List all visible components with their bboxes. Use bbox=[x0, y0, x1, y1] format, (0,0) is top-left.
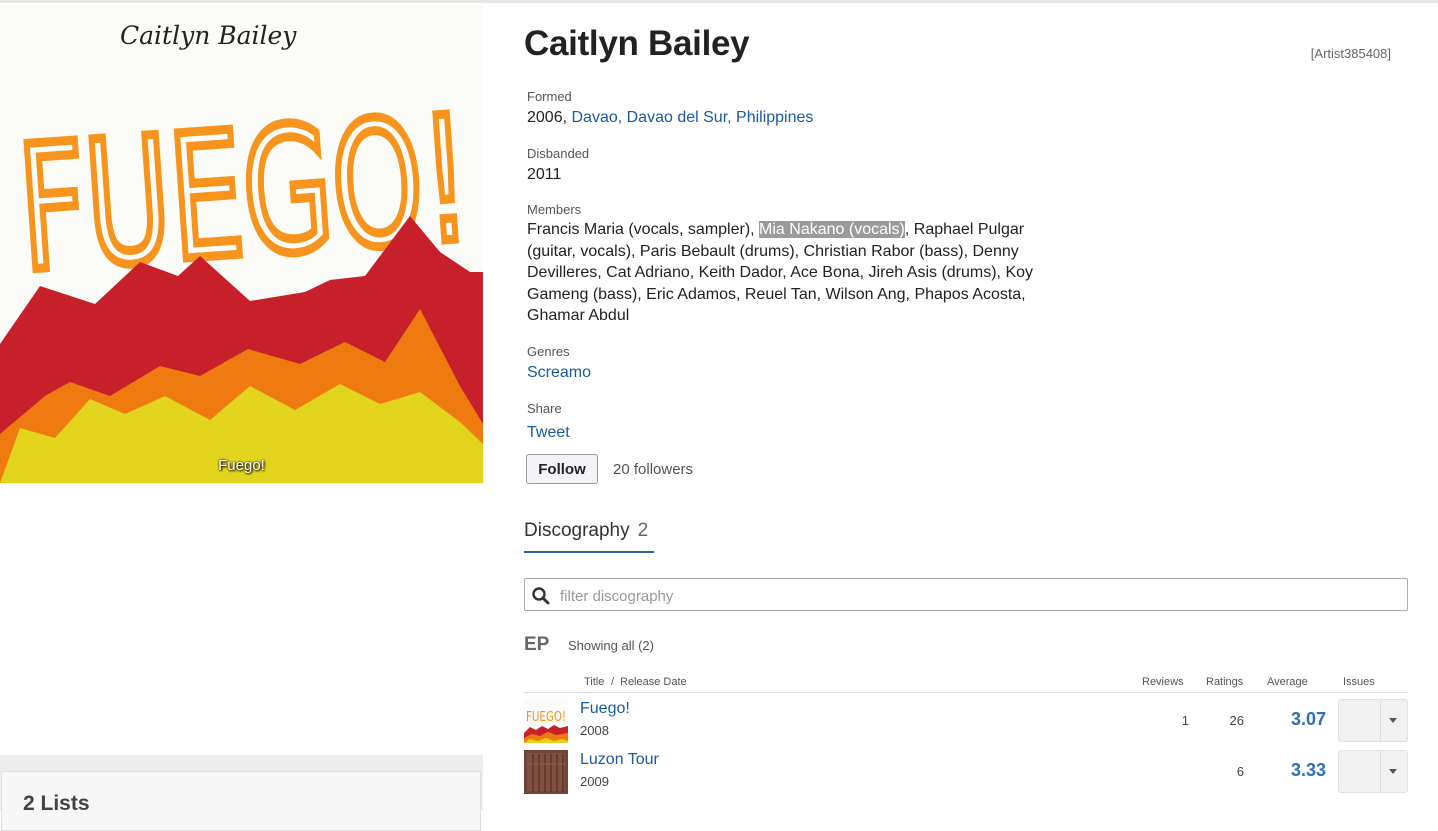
lists-title[interactable]: 2 Lists bbox=[23, 792, 90, 816]
genres-value: Screamo bbox=[527, 362, 591, 384]
share-label: Share bbox=[527, 401, 562, 416]
release-title-link[interactable]: Luzon Tour bbox=[580, 751, 659, 769]
formed-year: 2006, bbox=[527, 109, 572, 126]
tweet-link[interactable]: Tweet bbox=[527, 424, 570, 441]
header-issues: Issues bbox=[1343, 676, 1375, 688]
genre-link[interactable]: Screamo bbox=[527, 364, 591, 381]
issues-dropdown[interactable] bbox=[1338, 750, 1408, 793]
section-title-ep: EP bbox=[524, 634, 550, 655]
follow-button[interactable]: Follow bbox=[526, 454, 598, 484]
share-value: Tweet bbox=[527, 422, 570, 444]
cover-handwriting-name: Caitlyn Bailey bbox=[120, 21, 297, 50]
release-average: 3.33 bbox=[1290, 760, 1326, 780]
formed-label: Formed bbox=[527, 89, 572, 104]
release-year: 2009 bbox=[580, 774, 609, 789]
artist-image[interactable]: Caitlyn Bailey FUEGO! Fuego! bbox=[0, 4, 483, 483]
formed-place-link[interactable]: Davao, Davao del Sur, Philippines bbox=[571, 109, 813, 126]
header-reviews[interactable]: Reviews bbox=[1142, 676, 1184, 688]
tab-discography-label: Discography bbox=[524, 520, 630, 541]
release-title-link[interactable]: Fuego! bbox=[580, 700, 630, 718]
header-release-date[interactable]: Release Date bbox=[620, 676, 687, 688]
filter-discography-input[interactable] bbox=[558, 583, 1392, 609]
members-highlighted-selection: Mia Nakano (vocals) bbox=[759, 221, 905, 238]
members-text-start: Francis Maria (vocals, sampler), bbox=[527, 221, 760, 238]
formed-value: 2006, Davao, Davao del Sur, Philippines bbox=[527, 107, 813, 129]
tab-discography[interactable]: Discography 2 bbox=[524, 520, 648, 542]
release-thumbnail[interactable]: FUEGO! bbox=[524, 699, 568, 743]
cover-art: Caitlyn Bailey FUEGO! bbox=[0, 4, 483, 483]
release-average: 3.07 bbox=[1290, 709, 1326, 729]
release-ratings: 26 bbox=[1229, 713, 1244, 728]
members-label: Members bbox=[527, 202, 582, 217]
release-thumbnail[interactable] bbox=[524, 750, 568, 794]
disbanded-value: 2011 bbox=[527, 166, 562, 183]
lists-box: 2 Lists bbox=[1, 771, 481, 831]
artist-id: [Artist385408] bbox=[1310, 46, 1391, 61]
discography-filter bbox=[524, 578, 1408, 611]
genres-label: Genres bbox=[527, 344, 570, 359]
cover-caption: Fuego! bbox=[218, 457, 265, 474]
release-row: FUEGO! Fuego! 2008 1 26 3.07 bbox=[524, 699, 1408, 749]
caret-down-icon bbox=[1389, 769, 1397, 774]
artist-name: Caitlyn Bailey bbox=[524, 24, 750, 63]
tab-discography-count: 2 bbox=[637, 520, 649, 541]
top-border bbox=[0, 0, 1438, 3]
showing-all-label[interactable]: Showing all (2) bbox=[568, 638, 654, 653]
caret-down-icon bbox=[1389, 718, 1397, 723]
issues-dropdown[interactable] bbox=[1338, 699, 1408, 742]
members-list: Francis Maria (vocals, sampler), Mia Nak… bbox=[527, 219, 1047, 327]
followers-count: 20 followers bbox=[613, 461, 694, 478]
disbanded-label: Disbanded bbox=[527, 146, 590, 161]
header-divider bbox=[524, 692, 1408, 693]
header-average[interactable]: Average bbox=[1267, 676, 1308, 688]
release-reviews[interactable]: 1 bbox=[1124, 713, 1189, 728]
tab-active-underline bbox=[524, 551, 654, 553]
fuego-cover-thumb: FUEGO! bbox=[524, 699, 568, 743]
release-row: Luzon Tour 2009 6 3.33 bbox=[524, 750, 1408, 800]
search-icon bbox=[532, 587, 550, 605]
header-title[interactable]: Title bbox=[584, 676, 604, 688]
issues-divider bbox=[1380, 751, 1381, 792]
luzon-tour-cover-thumb bbox=[524, 750, 568, 794]
header-separator: / bbox=[611, 676, 615, 688]
header-ratings[interactable]: Ratings bbox=[1206, 676, 1243, 688]
release-year: 2008 bbox=[580, 723, 609, 738]
thumb-title-text: FUEGO! bbox=[526, 710, 566, 725]
issues-divider bbox=[1380, 700, 1381, 741]
release-ratings: 6 bbox=[1236, 764, 1244, 779]
